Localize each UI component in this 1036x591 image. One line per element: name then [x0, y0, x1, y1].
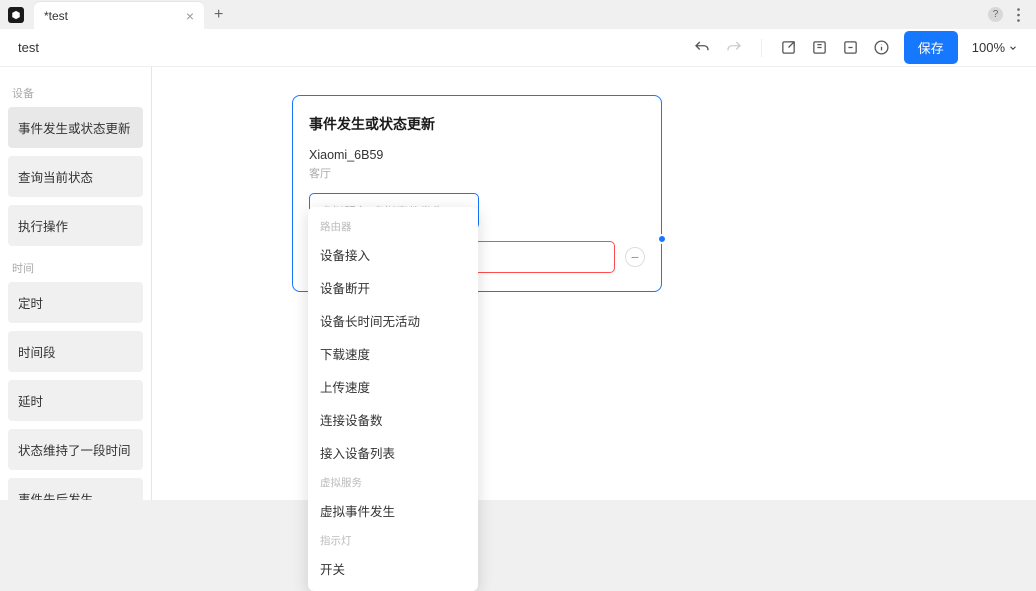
sidebar-item-execute-action[interactable]: 执行操作: [8, 205, 143, 246]
close-icon[interactable]: ×: [186, 9, 194, 23]
document-title: test: [18, 40, 39, 55]
sidebar-item-event-status[interactable]: 事件发生或状态更新: [8, 107, 143, 148]
undo-icon[interactable]: [693, 39, 711, 57]
redo-icon[interactable]: [725, 39, 743, 57]
sidebar-item-event-sequence[interactable]: 事件先后发生: [8, 478, 143, 500]
tab-test[interactable]: *test ×: [34, 2, 204, 29]
dropdown-group-router: 路由器: [308, 213, 478, 238]
dropdown-item[interactable]: 连接设备数: [308, 403, 478, 436]
zoom-value: 100%: [972, 40, 1005, 55]
card-device-name: Xiaomi_6B59: [309, 148, 645, 162]
dropdown-group-indicator: 指示灯: [308, 527, 478, 552]
dropdown-item[interactable]: 接入设备列表: [308, 436, 478, 469]
dropdown-item[interactable]: 设备断开: [308, 271, 478, 304]
event-dropdown: 路由器 设备接入 设备断开 设备长时间无活动 下载速度 上传速度 连接设备数 接…: [308, 207, 478, 591]
sidebar-item-query-status[interactable]: 查询当前状态: [8, 156, 143, 197]
save-button[interactable]: 保存: [904, 31, 958, 64]
info-icon[interactable]: [873, 39, 890, 56]
dropdown-item[interactable]: 下载速度: [308, 337, 478, 370]
sidebar-item-time-range[interactable]: 时间段: [8, 331, 143, 372]
dropdown-group-virtual: 虚拟服务: [308, 469, 478, 494]
connection-handle[interactable]: [657, 234, 667, 244]
card-room-name: 客厅: [309, 165, 645, 181]
sidebar-group-header: 设备: [8, 79, 143, 107]
dropdown-item[interactable]: 上传速度: [308, 370, 478, 403]
sidebar-item-delay[interactable]: 延时: [8, 380, 143, 421]
add-tab-button[interactable]: +: [214, 6, 223, 24]
more-icon[interactable]: [1017, 8, 1020, 22]
sidebar-group-header: 时间: [8, 254, 143, 282]
remove-button[interactable]: −: [625, 247, 645, 267]
dropdown-item[interactable]: 设备长时间无活动: [308, 304, 478, 337]
sidebar-item-timer[interactable]: 定时: [8, 282, 143, 323]
app-logo-icon: [8, 7, 24, 23]
dropdown-item[interactable]: 虚拟事件发生: [308, 494, 478, 527]
help-icon[interactable]: ?: [988, 7, 1003, 22]
export-icon[interactable]: [780, 39, 797, 56]
note-icon[interactable]: [842, 39, 859, 56]
sidebar-item-state-duration[interactable]: 状态维持了一段时间: [8, 429, 143, 470]
canvas[interactable]: 事件发生或状态更新 Xiaomi_6B59 客厅 虚拟服务-虚拟事件发生 − 路…: [152, 67, 1036, 500]
card-title: 事件发生或状态更新: [309, 114, 645, 134]
tab-title: *test: [44, 9, 174, 23]
sidebar: 设备 事件发生或状态更新 查询当前状态 执行操作 时间 定时 时间段 延时 状态…: [0, 67, 152, 500]
dropdown-item[interactable]: 开关: [308, 552, 478, 585]
dropdown-item[interactable]: 设备接入: [308, 238, 478, 271]
zoom-dropdown[interactable]: 100%: [972, 40, 1018, 55]
template-icon[interactable]: [811, 39, 828, 56]
